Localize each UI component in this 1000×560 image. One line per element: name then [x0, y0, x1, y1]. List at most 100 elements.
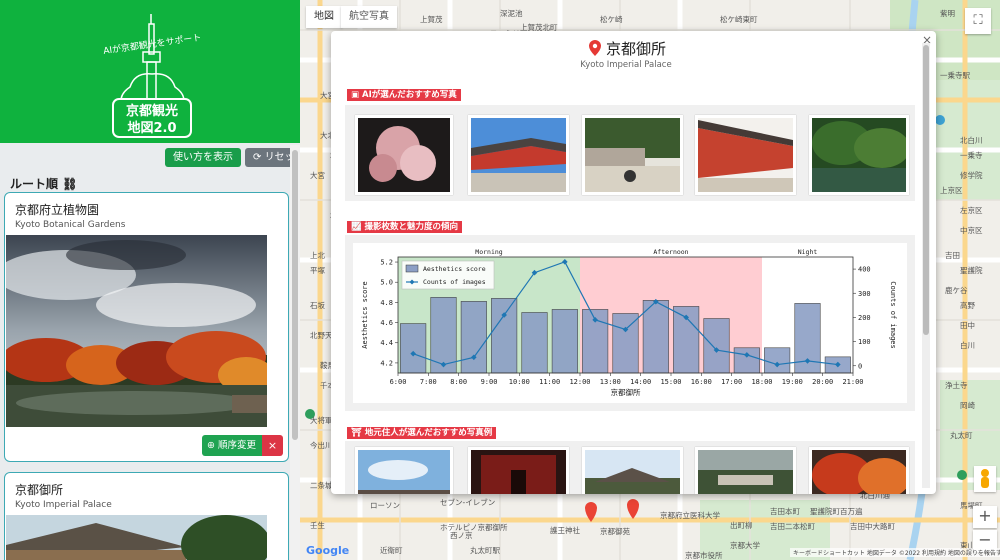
trend-chart-container: Morning Afternoon Night 6:00 7:00 8:00 9:00 10:… [353, 243, 907, 403]
chart-x-tick-label: 11:00 [539, 378, 560, 386]
popup-scrollbar-thumb[interactable] [923, 45, 929, 335]
chart-y2-tick-label: 100 [858, 338, 871, 346]
map-attribution: キーボードショートカット 地図データ ©2022 利用規約 地図の誤りを報告する [790, 548, 1000, 557]
route-card[interactable]: 京都御所 Kyoto Imperial Palace [4, 472, 289, 560]
map-place-label: 吉田本町 [770, 507, 800, 516]
gallery-photo[interactable] [582, 447, 683, 494]
help-button[interactable]: 使い方を表示 [165, 148, 241, 167]
chart-bar [521, 312, 548, 374]
chart-x-axis-label: 京都御所 [611, 387, 641, 397]
chart-period-label: Night [798, 248, 818, 256]
map-place-label: 今出川 [310, 441, 333, 450]
route-icon: ⛓ [62, 177, 78, 191]
chart-bar [400, 323, 427, 374]
chart-icon: 📈 [351, 222, 365, 232]
map-place-label: 田中 [960, 321, 975, 330]
gallery-photo[interactable] [582, 115, 683, 195]
chart-y2-axis-label: Counts of images [889, 281, 897, 348]
map-place-label: 石坂 [310, 301, 325, 310]
card-subtitle: Kyoto Botanical Gardens [15, 220, 126, 230]
card-subtitle: Kyoto Imperial Palace [15, 500, 112, 510]
reset-icon: ⟳ [253, 152, 265, 163]
chart-x-tick-label: 16:00 [691, 378, 712, 386]
section-ai-photos-heading: ▣ AIが選んだおすすめ写真 [347, 89, 461, 101]
gallery-photo[interactable] [695, 115, 796, 195]
map-place-label: 近衛町 [380, 546, 403, 555]
logo-title-line1: 京都観光 [126, 103, 178, 119]
chart-y2-tick-label: 0 [858, 362, 862, 370]
map-place-label: 壬生 [310, 521, 325, 530]
shrine-icon: ⛩ [351, 428, 365, 438]
chart-bar [733, 347, 760, 374]
delete-button[interactable]: × [262, 435, 283, 456]
chart-x-tick-label: 21:00 [842, 378, 863, 386]
popup-subtitle: Kyoto Imperial Palace [580, 60, 672, 70]
map-place-label: 聖護院町 [810, 507, 840, 516]
gallery-photo[interactable] [695, 447, 796, 494]
map-place-label: 高野 [960, 301, 975, 310]
chart-y-tick-label: 5.2 [380, 259, 393, 267]
card-title: 京都府立植物園 [15, 203, 100, 217]
gallery-photo[interactable] [809, 115, 909, 195]
trend-chart-panel: Morning Afternoon Night 6:00 7:00 8:00 9:00 10:… [345, 235, 915, 411]
map-place-label: 岡崎 [960, 401, 975, 410]
chart-y-tick-label: 4.6 [380, 319, 393, 327]
map-place-label: 中京区 [960, 226, 983, 235]
fullscreen-button[interactable]: ⛶ [965, 8, 991, 34]
change-order-button[interactable]: ⊕ 順序変更 [202, 435, 262, 456]
chart-y-tick-label: 4.2 [380, 359, 393, 367]
chart-x-tick-label: 13:00 [600, 378, 621, 386]
tab-satellite[interactable]: 航空写真 [341, 6, 397, 28]
map-place-label: 上北 [310, 251, 325, 260]
chart-legend-bar-label: Aesthetics score [423, 265, 486, 273]
route-card[interactable]: 京都府立植物園 Kyoto Botanical Gardens ⊕ 順序変更 × [4, 192, 289, 462]
section-trend-label: 撮影枚数と魅力度の傾向 [364, 222, 459, 232]
map-pin-icon [589, 40, 601, 56]
map-place-label: 京都市役所 [685, 551, 723, 560]
map-place-label: 上賀茂 [420, 15, 443, 24]
map-place-label: 浄土寺 [945, 381, 968, 390]
map-place-label: 一乗寺駅 [940, 71, 970, 80]
sidebar: AIが京都観光をサポート 京都観光 地図2.0 使い方を表示 ⟳ リセット ルー… [0, 0, 300, 560]
gallery-photo[interactable] [355, 115, 453, 195]
chart-bar [642, 300, 669, 374]
map-place-label: 護王神社 [550, 526, 580, 535]
chart-bar [460, 301, 487, 374]
map-place-label: 松ケ崎 [600, 15, 623, 24]
spot-info-popup: × 京都御所 Kyoto Imperial Palace ▣ AIが選んだおすす… [331, 31, 936, 494]
chart-y2-tick-label: 400 [858, 266, 871, 274]
chart-x-tick-label: 20:00 [812, 378, 833, 386]
tab-map[interactable]: 地図 [306, 6, 342, 28]
map-place-label: 紫明 [940, 9, 955, 18]
map-place-label: 左京区 [960, 206, 983, 215]
map-place-label: 松ケ崎東町 [720, 15, 758, 24]
map-place-label: 吉田 [945, 251, 960, 260]
map-place-label: ローソン [370, 501, 400, 510]
chart-x-tick-label: 7:00 [420, 378, 437, 386]
gallery-photo[interactable] [468, 447, 569, 494]
chart-y2-tick-label: 300 [858, 290, 871, 298]
brand-header: AIが京都観光をサポート 京都観光 地図2.0 [0, 0, 300, 143]
ai-photo-gallery [345, 105, 915, 201]
zoom-in-button[interactable]: + [973, 506, 997, 528]
map-place-label: 京都御苑 [600, 527, 630, 536]
chart-legend-line-label: Counts of images [423, 278, 486, 286]
gallery-photo[interactable] [355, 447, 453, 494]
photo-icon: ▣ [351, 90, 362, 100]
chart-y-tick-label: 4.8 [380, 299, 393, 307]
map-place-label: 鹿ケ谷 [945, 286, 968, 295]
gallery-photo[interactable] [809, 447, 909, 494]
chart-x-tick-label: 6:00 [390, 378, 407, 386]
map-place-label: 白川 [960, 341, 975, 350]
street-view-pegman[interactable] [974, 466, 996, 492]
section-trend-heading: 📈 撮影枚数と魅力度の傾向 [347, 221, 463, 233]
gallery-photo[interactable] [468, 115, 569, 195]
map-place-label: 平塚 [310, 266, 325, 275]
chart-y-tick-label: 5.0 [380, 279, 393, 287]
popup-title: 京都御所 [606, 40, 667, 58]
chart-y-axis-label: Aesthetics score [361, 281, 369, 348]
plus-circle-icon: ⊕ [207, 440, 218, 451]
logo-tagline: AIが京都観光をサポート [103, 31, 203, 57]
chart-period-label: Morning [475, 248, 502, 256]
sidebar-scrollbar-thumb[interactable] [292, 150, 298, 440]
